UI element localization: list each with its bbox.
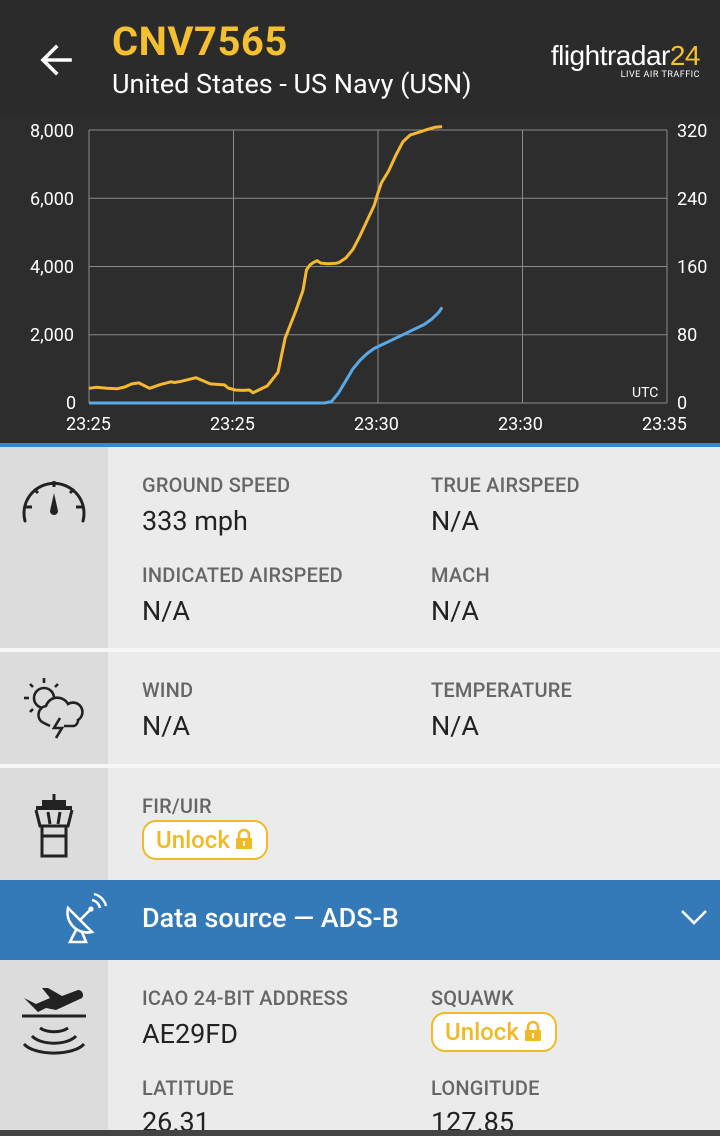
flight-operator: United States - US Navy (USN) — [112, 68, 472, 100]
temperature-value: N/A — [431, 710, 480, 742]
top-bar: CNV7565 United States - US Navy (USN) fl… — [0, 0, 720, 118]
y-right-tick: 160 — [677, 257, 708, 278]
indicated-airspeed-label: INDICATED AIRSPEED — [142, 563, 343, 587]
unlock-label: Unlock — [445, 1018, 519, 1046]
chart-plot — [88, 125, 668, 405]
back-arrow-icon[interactable] — [36, 40, 76, 80]
utc-label: UTC — [632, 385, 659, 401]
temperature-label: TEMPERATURE — [431, 678, 573, 702]
ground-speed-label: GROUND SPEED — [142, 473, 291, 497]
fir-icon-column — [0, 768, 108, 880]
lock-icon — [524, 1020, 541, 1041]
data-source-bar[interactable]: Data source — ADS-B — [0, 880, 720, 960]
flight-callsign: CNV7565 — [112, 18, 288, 65]
speedometer-icon — [22, 481, 86, 523]
lock-icon — [235, 828, 252, 849]
fir-uir-label: FIR/UIR — [142, 794, 212, 818]
control-tower-icon — [34, 794, 74, 858]
x-tick: 23:35 — [642, 414, 687, 435]
speed-series-line — [89, 306, 444, 405]
weather-icon-column — [0, 652, 108, 764]
weather-section: WIND N/A TEMPERATURE N/A — [0, 652, 720, 764]
squawk-label: SQUAWK — [431, 986, 514, 1010]
latitude-label: LATITUDE — [142, 1076, 234, 1100]
chevron-down-icon[interactable] — [680, 908, 708, 926]
y-right-tick: 0 — [677, 393, 688, 414]
icao-label: ICAO 24-BIT ADDRESS — [142, 986, 349, 1010]
unlock-label: Unlock — [156, 826, 230, 854]
y-right-tick: 80 — [677, 325, 698, 346]
true-airspeed-label: TRUE AIRSPEED — [431, 473, 580, 497]
data-source-title: Data source — ADS-B — [142, 902, 399, 934]
wind-label: WIND — [142, 678, 194, 702]
icao-value: AE29FD — [142, 1018, 238, 1050]
indicated-airspeed-value: N/A — [142, 595, 191, 627]
y-right-tick: 320 — [677, 121, 708, 142]
wind-value: N/A — [142, 710, 191, 742]
y-left-tick: 4,000 — [30, 257, 75, 278]
plane-signal-icon — [22, 988, 86, 1055]
weather-icon — [24, 678, 84, 739]
ads-b-section: ICAO 24-BIT ADDRESS AE29FD SQUAWK Unlock… — [0, 960, 720, 1136]
x-tick: 23:25 — [210, 414, 255, 435]
bottom-edge — [0, 1130, 720, 1136]
logo-number: 24 — [669, 40, 701, 71]
ads-icon-column — [0, 960, 108, 1136]
y-left-tick: 2,000 — [30, 325, 75, 346]
mach-label: MACH — [431, 563, 490, 587]
longitude-label: LONGITUDE — [431, 1076, 540, 1100]
y-right-tick: 240 — [677, 189, 708, 210]
logo-text: flightradar — [550, 40, 671, 71]
mach-value: N/A — [431, 595, 480, 627]
squawk-unlock-button[interactable]: Unlock — [431, 1012, 557, 1052]
y-left-tick: 8,000 — [30, 121, 75, 142]
x-tick: 23:30 — [354, 414, 399, 435]
y-left-tick: 6,000 — [30, 189, 75, 210]
altitude-series-line — [88, 125, 443, 395]
speed-section: GROUND SPEED 333 mph TRUE AIRSPEED N/A I… — [0, 447, 720, 648]
true-airspeed-value: N/A — [431, 505, 480, 537]
ground-speed-value: 333 mph — [142, 505, 248, 537]
x-tick: 23:25 — [66, 414, 111, 435]
fir-section: FIR/UIR Unlock — [0, 768, 720, 880]
x-tick: 23:30 — [498, 414, 543, 435]
satellite-dish-icon — [66, 892, 108, 944]
speed-icon-column — [0, 447, 108, 648]
y-left-tick: 0 — [66, 393, 77, 414]
flightradar24-logo: flightradar24 LIVE AIR TRAFFIC — [550, 40, 701, 80]
fir-unlock-button[interactable]: Unlock — [142, 820, 268, 860]
altitude-speed-chart: 8,000 6,000 4,000 2,000 0 320 240 160 80… — [0, 118, 720, 446]
